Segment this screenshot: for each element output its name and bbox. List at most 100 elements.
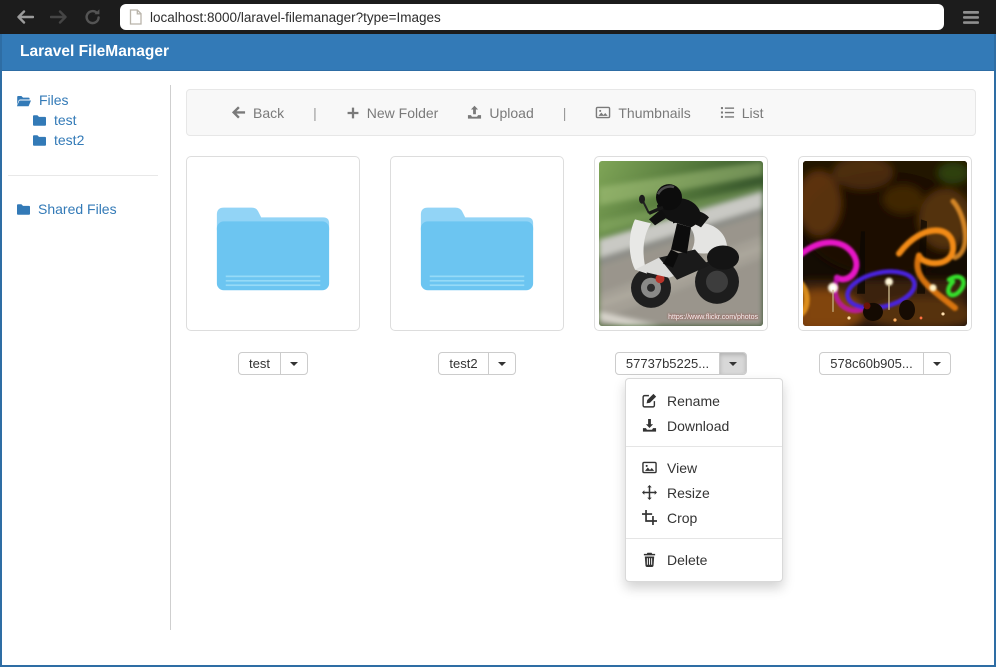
crop-icon bbox=[642, 510, 657, 525]
main-panel: Back | New Folder Upload | Thumbnails bbox=[170, 71, 994, 665]
item-dropdown-toggle[interactable] bbox=[280, 353, 307, 374]
sidebar-item-label: test bbox=[54, 112, 77, 128]
list-button[interactable]: List bbox=[720, 105, 764, 121]
item-button-group: test bbox=[238, 352, 308, 375]
menu-divider bbox=[626, 538, 782, 539]
filemanager-page: Laravel FileManager Files test test2 Sha… bbox=[0, 34, 996, 667]
thumbnails-button[interactable]: Thumbnails bbox=[595, 105, 690, 121]
pencil-square-icon bbox=[642, 393, 657, 408]
url-bar[interactable]: localhost:8000/laravel-filemanager?type=… bbox=[120, 4, 944, 30]
upload-icon bbox=[467, 105, 482, 120]
download-icon bbox=[642, 418, 657, 433]
menu-item-label: Resize bbox=[667, 485, 710, 501]
folder-icon bbox=[16, 202, 31, 216]
folder-thumbnail-icon bbox=[413, 190, 541, 298]
item-name-button[interactable]: test2 bbox=[439, 353, 487, 374]
item-name-button[interactable]: 57737b5225... bbox=[616, 353, 719, 374]
hamburger-icon bbox=[963, 11, 979, 24]
menu-item-label: Crop bbox=[667, 510, 697, 526]
chevron-down-icon bbox=[933, 362, 941, 366]
folder-icon bbox=[32, 113, 47, 127]
motorcycle-photo-thumbnail: https://www.flickr.com/photos bbox=[599, 161, 763, 326]
sidebar-divider bbox=[170, 85, 171, 630]
back-button[interactable]: Back bbox=[231, 105, 284, 121]
item-cell-test: test bbox=[186, 156, 360, 375]
folder-thumbnail-icon bbox=[209, 190, 337, 298]
sidebar-item-files[interactable]: Files bbox=[2, 90, 170, 110]
image-icon bbox=[642, 460, 657, 475]
menu-item-label: Delete bbox=[667, 552, 707, 568]
folder-card-test2[interactable] bbox=[390, 156, 564, 331]
sidebar: Files test test2 Shared Files bbox=[2, 71, 170, 665]
item-dropdown-toggle[interactable] bbox=[488, 353, 515, 374]
folder-icon bbox=[32, 133, 47, 147]
upload-button[interactable]: Upload bbox=[467, 105, 533, 121]
toolbar-separator: | bbox=[563, 105, 567, 121]
chevron-down-icon bbox=[498, 362, 506, 366]
menu-divider bbox=[626, 446, 782, 447]
new-folder-button[interactable]: New Folder bbox=[346, 105, 439, 121]
upload-label: Upload bbox=[489, 105, 533, 121]
chevron-down-icon bbox=[729, 362, 737, 366]
sidebar-item-label: test2 bbox=[54, 132, 84, 148]
image-card-night-lights[interactable] bbox=[798, 156, 972, 331]
menu-item-crop[interactable]: Crop bbox=[626, 505, 782, 530]
browser-reload-button[interactable] bbox=[80, 4, 106, 30]
menu-item-rename[interactable]: Rename bbox=[626, 388, 782, 413]
folder-card-test[interactable] bbox=[186, 156, 360, 331]
list-label: List bbox=[742, 105, 764, 121]
back-label: Back bbox=[253, 105, 284, 121]
sidebar-section-divider bbox=[8, 175, 158, 176]
browser-menu-button[interactable] bbox=[958, 4, 984, 30]
item-button-group: 57737b5225... bbox=[615, 352, 747, 375]
menu-item-delete[interactable]: Delete bbox=[626, 547, 782, 572]
url-text[interactable]: localhost:8000/laravel-filemanager?type=… bbox=[150, 10, 441, 25]
item-name-button[interactable]: 578c60b905... bbox=[820, 353, 922, 374]
item-cell-test2: test2 bbox=[390, 156, 564, 375]
item-button-group: test2 bbox=[438, 352, 515, 375]
sidebar-item-label: Files bbox=[39, 92, 69, 108]
image-card-motorcycle[interactable]: https://www.flickr.com/photos bbox=[594, 156, 768, 331]
toolbar-separator: | bbox=[313, 105, 317, 121]
browser-forward-button[interactable] bbox=[46, 4, 72, 30]
item-cell-image-1: https://www.flickr.com/photos 57737b5225… bbox=[594, 156, 768, 375]
menu-item-label: Rename bbox=[667, 393, 720, 409]
menu-item-resize[interactable]: Resize bbox=[626, 480, 782, 505]
move-arrows-icon bbox=[642, 485, 657, 500]
menu-item-view[interactable]: View bbox=[626, 455, 782, 480]
menu-item-label: Download bbox=[667, 418, 729, 434]
image-icon bbox=[595, 105, 611, 120]
arrow-left-icon bbox=[231, 105, 246, 120]
trash-icon bbox=[642, 552, 657, 567]
night-lights-photo-thumbnail bbox=[803, 161, 967, 326]
page-doc-icon bbox=[129, 9, 142, 25]
list-icon bbox=[720, 105, 735, 120]
back-arrow-icon bbox=[16, 10, 34, 24]
app-title: Laravel FileManager bbox=[20, 43, 169, 61]
sidebar-item-label: Shared Files bbox=[38, 201, 117, 217]
toolbar: Back | New Folder Upload | Thumbnails bbox=[186, 89, 976, 136]
item-grid: test bbox=[186, 156, 976, 375]
app-header: Laravel FileManager bbox=[2, 34, 994, 71]
sidebar-item-shared-files[interactable]: Shared Files bbox=[2, 199, 170, 219]
item-cell-image-2: 578c60b905... bbox=[798, 156, 972, 375]
sidebar-item-test2[interactable]: test2 bbox=[2, 130, 170, 150]
new-folder-label: New Folder bbox=[367, 105, 439, 121]
menu-item-download[interactable]: Download bbox=[626, 413, 782, 438]
sidebar-item-test[interactable]: test bbox=[2, 110, 170, 130]
plus-icon bbox=[346, 106, 360, 120]
folder-open-icon bbox=[16, 93, 32, 108]
item-button-group: 578c60b905... bbox=[819, 352, 950, 375]
browser-chrome: localhost:8000/laravel-filemanager?type=… bbox=[0, 0, 996, 34]
item-context-menu: Rename Download View R bbox=[625, 378, 783, 582]
item-name-button[interactable]: test bbox=[239, 353, 280, 374]
forward-arrow-icon bbox=[50, 10, 68, 24]
item-dropdown-toggle-open[interactable] bbox=[719, 353, 746, 374]
item-dropdown-toggle[interactable] bbox=[923, 353, 950, 374]
chevron-down-icon bbox=[290, 362, 298, 366]
content-area: Files test test2 Shared Files Ba bbox=[2, 71, 994, 665]
reload-icon bbox=[84, 8, 102, 26]
browser-back-button[interactable] bbox=[12, 4, 38, 30]
menu-item-label: View bbox=[667, 460, 697, 476]
thumbnails-label: Thumbnails bbox=[618, 105, 690, 121]
